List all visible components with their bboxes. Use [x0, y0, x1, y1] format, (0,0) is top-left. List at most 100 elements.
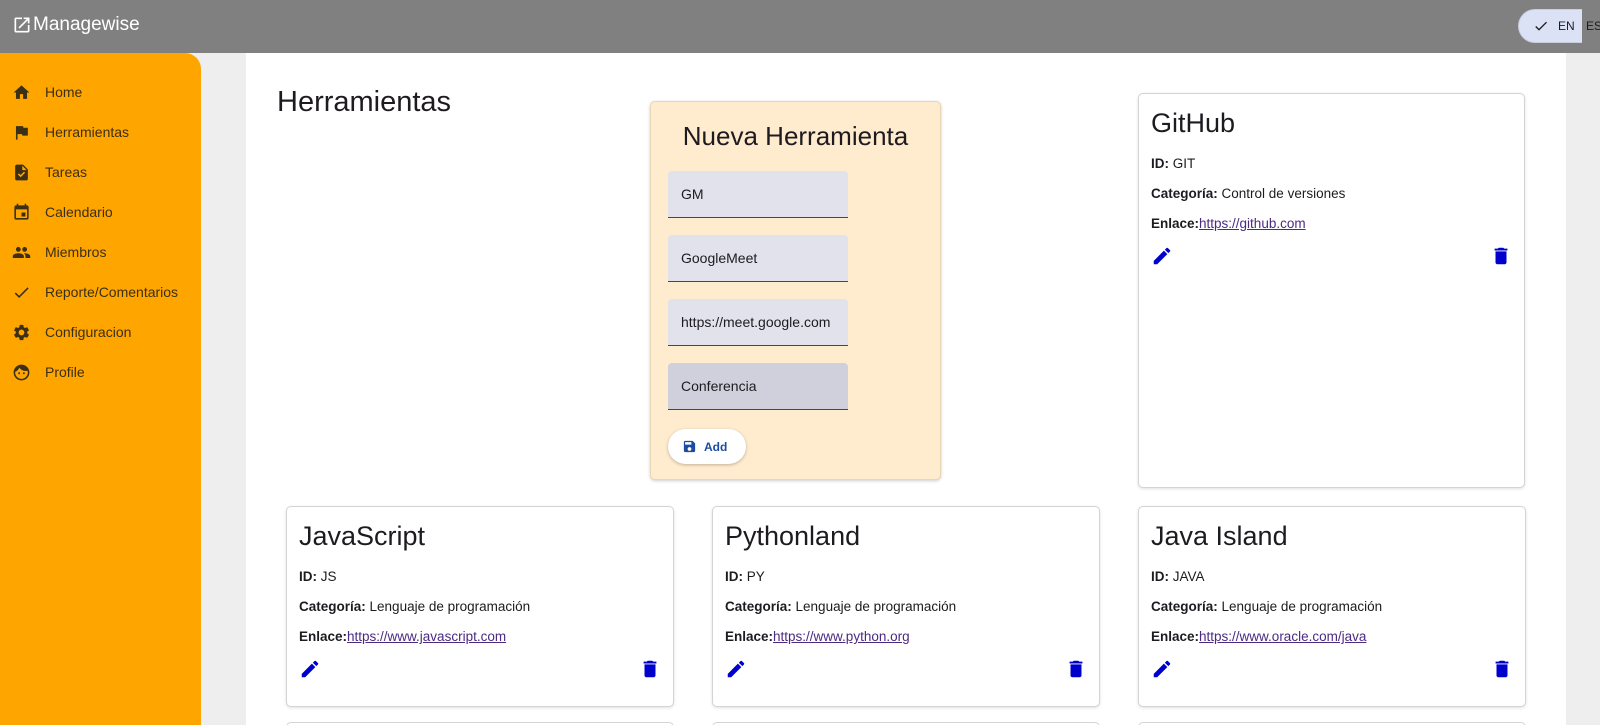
language-es-button[interactable]: ES [1586, 19, 1600, 33]
tool-id-row: ID: PY [725, 569, 765, 584]
tool-category-value: Control de versiones [1221, 186, 1346, 201]
delete-icon[interactable] [1065, 658, 1087, 680]
tool-category-row: Categoría: Lenguaje de programación [1151, 599, 1382, 614]
sidebar-item-label: Home [45, 84, 83, 100]
id-label: ID: [299, 569, 317, 584]
open-in-new-icon [14, 17, 30, 33]
link-label: Enlace: [725, 629, 774, 644]
link-label: Enlace: [299, 629, 348, 644]
tool-category-row: Categoría: Lenguaje de programación [725, 599, 956, 614]
tool-name: Pythonland [725, 521, 861, 551]
tool-category-field[interactable] [668, 363, 848, 410]
tool-id-value: JAVA [1172, 569, 1205, 584]
flag-icon [15, 125, 28, 140]
task-icon [15, 164, 28, 180]
tool-id-row: ID: JS [299, 569, 337, 584]
language-toggle: EN ES [1518, 9, 1600, 43]
tool-id-row: ID: JAVA [1151, 569, 1205, 584]
sidebar-item-calendario[interactable]: Calendario [0, 192, 201, 232]
sidebar-item-label: Calendario [45, 204, 113, 220]
tool-id-row: ID: GIT [1151, 156, 1195, 171]
category-label: Categoría: [299, 599, 366, 614]
tool-link[interactable]: https://www.javascript.com [347, 629, 506, 644]
link-label: Enlace: [1151, 216, 1200, 231]
sidebar-item-reporte-comentarios[interactable]: Reporte/Comentarios [0, 272, 201, 312]
id-label: ID: [1151, 569, 1169, 584]
tool-url-input[interactable] [668, 299, 848, 345]
tool-link[interactable]: https://www.oracle.com/java [1199, 629, 1366, 644]
tool-link[interactable]: https://www.python.org [773, 629, 910, 644]
delete-icon[interactable] [1490, 245, 1512, 267]
new-tool-form: Nueva Herramienta Add [650, 101, 941, 480]
tool-name-input[interactable] [668, 235, 848, 281]
people-icon [12, 246, 31, 258]
id-label: ID: [725, 569, 743, 584]
tool-id-value: GIT [1172, 156, 1196, 171]
sidebar-item-label: Configuracion [45, 324, 132, 340]
delete-icon[interactable] [1491, 658, 1513, 680]
sidebar-item-miembros[interactable]: Miembros [0, 232, 201, 272]
tool-name: JavaScript [299, 521, 426, 551]
sidebar-item-label: Tareas [45, 164, 88, 180]
tool-name-field[interactable] [668, 235, 848, 282]
add-button-label: Add [704, 439, 728, 454]
sidebar-item-label: Reporte/Comentarios [45, 284, 179, 300]
delete-icon[interactable] [639, 658, 661, 680]
sidebar-item-label: Miembros [45, 244, 107, 260]
check-icon [1535, 21, 1547, 31]
tool-id-field[interactable] [668, 171, 848, 218]
tool-name: GitHub [1151, 108, 1236, 138]
sidebar-item-home[interactable]: Home [0, 72, 201, 112]
language-en-button[interactable]: EN [1518, 9, 1582, 43]
sidebar-item-label: Profile [45, 364, 85, 380]
page-title: Herramientas [277, 86, 452, 118]
tool-card: JavaScript ID: JS Categoría: Lenguaje de… [286, 506, 674, 707]
calendar-icon [14, 203, 29, 220]
tool-link-row: Enlace:https://www.javascript.com [299, 629, 506, 644]
top-app-bar: Managewise EN ES [0, 0, 1600, 53]
tool-card: Pythonland ID: PY Categoría: Lenguaje de… [712, 506, 1100, 707]
sidebar-item-herramientas[interactable]: Herramientas [0, 112, 201, 152]
sidebar: Home Herramientas Tareas Calendario Miem… [0, 53, 201, 725]
tool-category-input[interactable] [668, 363, 848, 409]
new-tool-title: Nueva Herramienta [682, 121, 909, 151]
category-label: Categoría: [725, 599, 792, 614]
gear-icon [14, 324, 29, 340]
id-label: ID: [1151, 156, 1169, 171]
tool-link-row: Enlace:https://github.com [1151, 216, 1306, 231]
language-en-label: EN [1558, 19, 1575, 33]
link-label: Enlace: [1151, 629, 1200, 644]
tool-card: Java Island ID: JAVA Categoría: Lenguaje… [1138, 506, 1526, 707]
tool-link-row: Enlace:https://www.python.org [725, 629, 910, 644]
category-label: Categoría: [1151, 186, 1218, 201]
sidebar-item-profile[interactable]: Profile [0, 352, 201, 392]
tool-id-value: PY [746, 569, 765, 584]
check-icon [14, 286, 29, 298]
tool-card: GitHub ID: GIT Categoría: Control de ver… [1138, 93, 1525, 488]
home-icon [13, 84, 30, 99]
category-label: Categoría: [1151, 599, 1218, 614]
tool-link-row: Enlace:https://www.oracle.com/java [1151, 629, 1366, 644]
tool-name: Java Island [1151, 521, 1288, 551]
app-name: Managewise [33, 14, 140, 35]
tool-category-row: Categoría: Control de versiones [1151, 186, 1345, 201]
tool-link[interactable]: https://github.com [1199, 216, 1306, 231]
sidebar-item-tareas[interactable]: Tareas [0, 152, 201, 192]
edit-icon[interactable] [1151, 658, 1173, 680]
edit-icon[interactable] [725, 658, 747, 680]
tool-id-value: JS [320, 569, 337, 584]
tool-id-input[interactable] [668, 171, 848, 217]
tool-url-field[interactable] [668, 299, 848, 346]
add-button[interactable]: Add [668, 429, 746, 464]
face-icon [13, 364, 30, 380]
tool-category-value: Lenguaje de programación [369, 599, 531, 614]
sidebar-item-label: Herramientas [45, 124, 130, 140]
save-icon [683, 440, 696, 453]
sidebar-item-configuracion[interactable]: Configuracion [0, 312, 201, 352]
brand[interactable]: Managewise [12, 14, 140, 36]
edit-icon[interactable] [1151, 245, 1173, 267]
tool-category-value: Lenguaje de programación [795, 599, 957, 614]
edit-icon[interactable] [299, 658, 321, 680]
tool-category-value: Lenguaje de programación [1221, 599, 1383, 614]
tool-category-row: Categoría: Lenguaje de programación [299, 599, 530, 614]
